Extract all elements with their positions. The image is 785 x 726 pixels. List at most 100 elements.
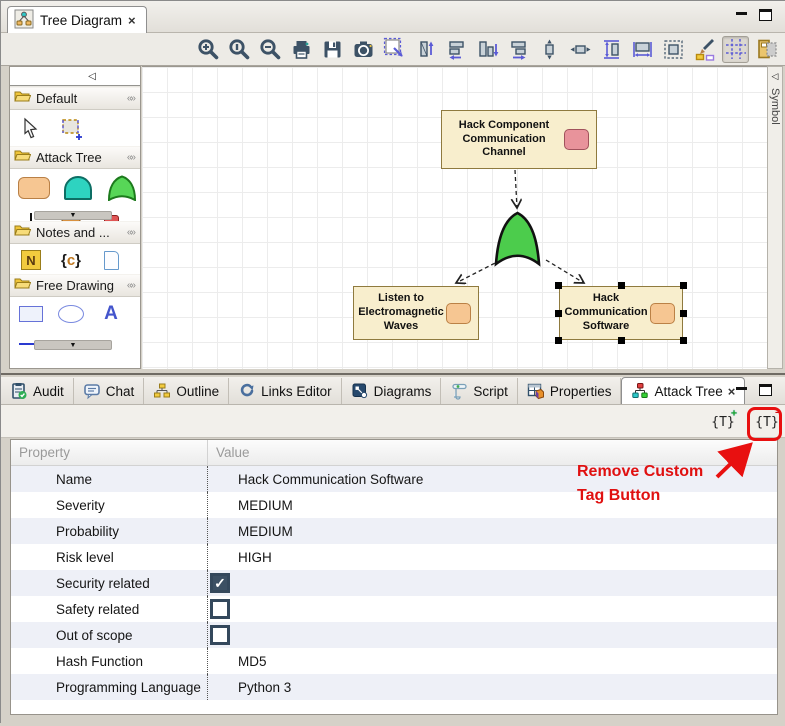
audit-icon [10, 382, 28, 400]
table-row-programming-language[interactable]: Programming LanguagePython 3 [11, 674, 777, 700]
align-left-button[interactable] [443, 36, 470, 63]
zoom-in-button[interactable] [195, 36, 222, 63]
tab-links-editor[interactable]: Links Editor [229, 378, 342, 404]
maximize-icon[interactable] [759, 9, 772, 21]
pin-icon[interactable]: «» [127, 280, 136, 291]
export-image-button[interactable] [381, 36, 408, 63]
save-button[interactable] [319, 36, 346, 63]
rectangle-tool[interactable] [18, 305, 44, 323]
property-value[interactable]: MD5 [208, 648, 777, 674]
diagram-node-root[interactable]: Hack Component Communication Channel [441, 110, 597, 169]
margins-button[interactable] [660, 36, 687, 63]
zoom-out-button[interactable] [257, 36, 284, 63]
toggle-grid-button[interactable] [722, 36, 749, 63]
table-row-probability[interactable]: ProbabilityMEDIUM [11, 518, 777, 544]
symbol-panel-collapsed[interactable]: ◁ Symbol [767, 66, 783, 369]
tab-attack-tree[interactable]: Attack Tree× [621, 377, 745, 404]
table-row-out-of-scope[interactable]: Out of scope [11, 622, 777, 648]
property-value[interactable]: MEDIUM [208, 518, 777, 544]
select-tool[interactable] [18, 117, 44, 141]
maximize-icon[interactable] [759, 384, 772, 396]
palette-section-label: Default [36, 91, 122, 106]
column-header-value[interactable]: Value [208, 440, 777, 465]
outline-icon [153, 382, 171, 400]
print-button[interactable] [288, 36, 315, 63]
selection-handle[interactable] [680, 310, 687, 317]
pin-icon[interactable]: «» [127, 93, 136, 104]
diagram-node-right[interactable]: Hack Communication Software [559, 286, 683, 340]
align-top-button[interactable] [412, 36, 439, 63]
constraint-tool[interactable]: {c} [58, 251, 84, 269]
minimize-icon[interactable] [736, 385, 749, 396]
tab-label: Script [473, 384, 508, 399]
property-value[interactable]: ✓ [208, 570, 777, 596]
view-tabbar: AuditChatOutlineLinks EditorDiagrams Scri… [1, 377, 785, 405]
tab-tree-diagram[interactable]: Tree Diagram × [7, 6, 147, 33]
table-row-safety-related[interactable]: Safety related [11, 596, 777, 622]
palette-scroll-down[interactable]: ▼ [34, 340, 112, 350]
tab-outline[interactable]: Outline [144, 378, 229, 404]
selection-handle[interactable] [555, 310, 562, 317]
property-value[interactable] [208, 596, 777, 622]
column-header-property[interactable]: Property [11, 440, 208, 465]
property-value[interactable]: HIGH [208, 544, 777, 570]
and-gate-tool[interactable] [64, 176, 92, 200]
center-vertical-button[interactable] [536, 36, 563, 63]
checkbox[interactable] [210, 599, 230, 619]
add-custom-tag-button[interactable]: {T}+ [708, 409, 738, 435]
node-tool[interactable] [18, 177, 50, 199]
tab-chat[interactable]: Chat [74, 378, 145, 404]
property-value[interactable]: MEDIUM [208, 492, 777, 518]
selection-handle[interactable] [618, 282, 625, 289]
ellipse-tool[interactable] [58, 305, 84, 323]
diagram-node-left[interactable]: Listen to Electromagnetic Waves [353, 286, 479, 340]
tab-audit[interactable]: Audit [1, 378, 74, 404]
selection-handle[interactable] [555, 282, 562, 289]
palette-section-attack-tree[interactable]: Attack Tree «» [10, 146, 140, 169]
note-tool[interactable]: N [18, 250, 44, 270]
minimize-icon[interactable] [736, 10, 749, 21]
selection-handle[interactable] [680, 337, 687, 344]
checkbox[interactable]: ✓ [210, 573, 230, 593]
align-bottom-button[interactable] [474, 36, 501, 63]
text-tool[interactable]: A [98, 303, 124, 325]
document-tool[interactable] [98, 251, 124, 270]
table-row-risk-level[interactable]: Risk levelHIGH [11, 544, 777, 570]
zoom-original-button[interactable] [226, 36, 253, 63]
palette-section-default[interactable]: Default «» [10, 87, 140, 110]
table-row-hash-function[interactable]: Hash FunctionMD5 [11, 648, 777, 674]
property-value[interactable] [208, 622, 777, 648]
selection-handle[interactable] [555, 337, 562, 344]
selection-handle[interactable] [680, 282, 687, 289]
selection-handle[interactable] [618, 337, 625, 344]
match-height-icon [600, 38, 623, 61]
collapse-arrow-icon: ◁ [88, 71, 96, 82]
align-right-button[interactable] [505, 36, 532, 63]
diagram-canvas[interactable]: Hack Component Communication Channel List… [142, 66, 767, 369]
property-value[interactable]: Python 3 [208, 674, 777, 700]
palette-scroll-down[interactable]: ▼ [34, 211, 112, 220]
or-gate-tool[interactable] [106, 175, 138, 201]
screenshot-button[interactable] [350, 36, 377, 63]
match-width-button[interactable] [629, 36, 656, 63]
checkbox[interactable] [210, 625, 230, 645]
palette-collapse[interactable]: ◁ [10, 67, 140, 87]
marquee-tool[interactable] [58, 116, 84, 142]
tab-properties[interactable]: Properties [518, 378, 622, 404]
pin-icon[interactable]: «» [127, 152, 136, 163]
format-painter-button[interactable] [691, 36, 718, 63]
close-icon[interactable]: × [128, 13, 136, 28]
table-row-security-related[interactable]: Security related✓ [11, 570, 777, 596]
tab-script[interactable]: Script [441, 378, 518, 404]
pin-icon[interactable]: «» [127, 227, 136, 238]
palette-section-free-drawing[interactable]: Free Drawing «» [10, 274, 140, 297]
palette-section-notes-and[interactable]: Notes and ... «» [10, 221, 140, 244]
center-horizontal-button[interactable] [567, 36, 594, 63]
tree-diagram-icon [14, 9, 34, 32]
close-icon[interactable]: × [728, 384, 736, 399]
palette-section-label: Attack Tree [36, 150, 122, 165]
tab-diagrams[interactable]: Diagrams [342, 378, 442, 404]
symbols-button[interactable] [753, 36, 780, 63]
table-row-severity[interactable]: SeverityMEDIUM [11, 492, 777, 518]
match-height-button[interactable] [598, 36, 625, 63]
